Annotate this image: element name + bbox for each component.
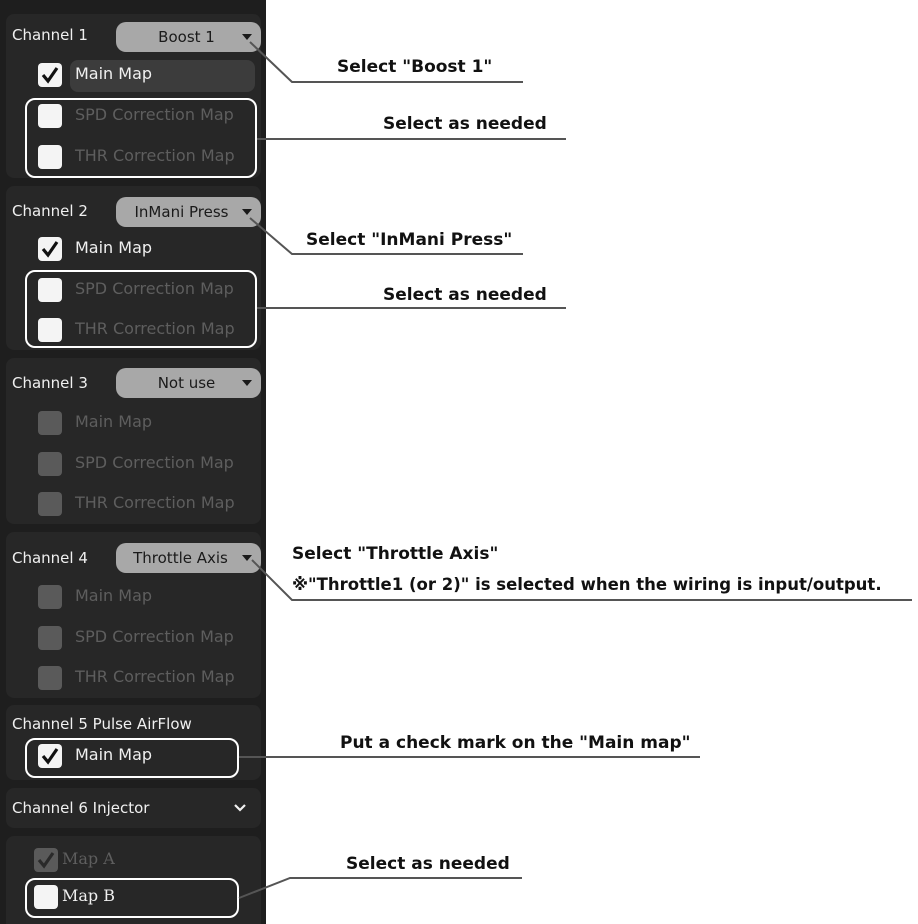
note-check-main-map: Put a check mark on the "Main map" (340, 733, 691, 753)
note-select-boost: Select "Boost 1" (337, 57, 493, 77)
note-select-as-needed: Select as needed (383, 114, 547, 134)
note-throttle-wiring: ※"Throttle1 (or 2)" is selected when the… (292, 575, 882, 594)
note-select-throttle: Select "Throttle Axis" (292, 544, 499, 564)
note-select-as-needed: Select as needed (346, 854, 510, 874)
note-select-as-needed: Select as needed (383, 285, 547, 305)
leader-lines (238, 41, 912, 899)
note-select-inmani: Select "InMani Press" (306, 230, 513, 250)
